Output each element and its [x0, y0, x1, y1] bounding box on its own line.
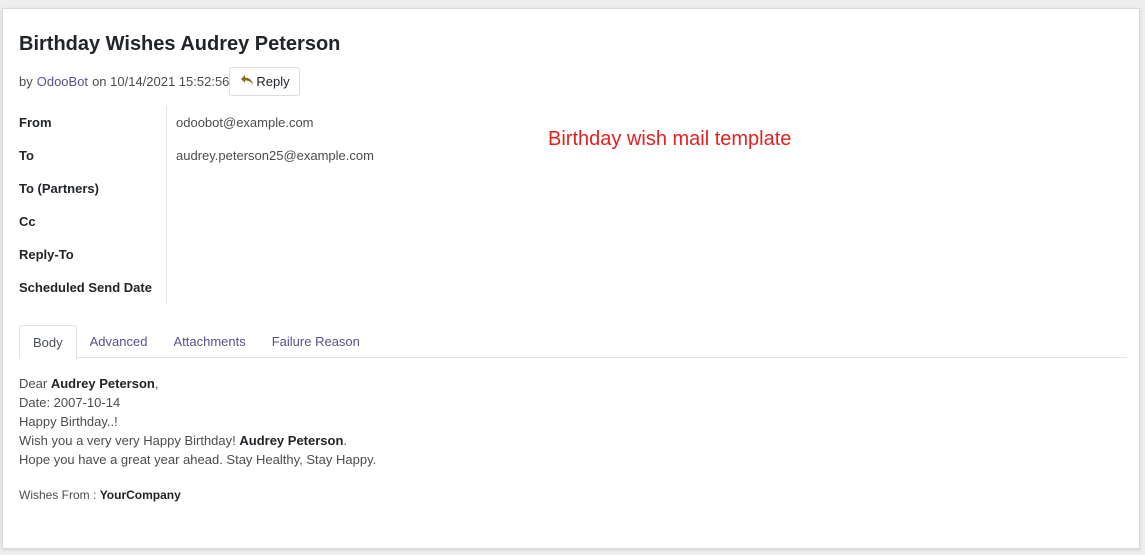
reply-icon [240, 74, 256, 89]
greeting-suffix: , [154, 376, 159, 391]
mail-body: Dear Audrey Peterson, Date: 2007-10-14 H… [19, 374, 376, 505]
birthday-line: Happy Birthday..! [19, 414, 118, 429]
message-date: on 10/14/2021 15:52:56 [92, 74, 230, 89]
tab-advanced[interactable]: Advanced [77, 325, 161, 358]
date-line: Date: 2007-10-14 [19, 395, 121, 410]
field-from: From odoobot@example.com [19, 106, 374, 139]
wishes-from-line: Wishes From : YourCompany [19, 486, 376, 505]
tab-bar: Body Advanced Attachments Failure Reason [19, 325, 1127, 359]
field-value: audrey.peterson25@example.com [176, 148, 374, 163]
tab-failure-reason[interactable]: Failure Reason [259, 325, 373, 358]
message-byline: by OdooBot on 10/14/2021 15:52:56 Reply [19, 67, 300, 96]
wish-suffix: . [343, 433, 348, 448]
hope-line: Hope you have a great year ahead. Stay H… [19, 452, 377, 467]
field-cc: Cc [19, 205, 374, 238]
field-scheduled-send-date: Scheduled Send Date [19, 271, 374, 304]
author-link[interactable]: OdooBot [37, 74, 88, 89]
message-sheet: Birthday Wishes Audrey Peterson by OdooB… [2, 8, 1140, 549]
company-name: YourCompany [99, 488, 181, 502]
tab-body[interactable]: Body [19, 325, 77, 359]
field-label: Cc [19, 205, 167, 238]
field-label: Scheduled Send Date [19, 271, 167, 304]
wishes-prefix: Wishes From : [19, 488, 97, 502]
field-to: To audrey.peterson25@example.com [19, 139, 374, 172]
message-title: Birthday Wishes Audrey Peterson [19, 33, 341, 55]
wish-prefix: Wish you a very very Happy Birthday! [19, 433, 236, 448]
wish-name: Audrey Peterson [239, 433, 344, 448]
field-to-partners: To (Partners) [19, 172, 374, 205]
header-fields: From odoobot@example.com To audrey.peter… [19, 106, 374, 304]
field-label: To (Partners) [19, 172, 167, 205]
field-reply-to: Reply-To [19, 238, 374, 271]
annotation-text: Birthday wish mail template [548, 128, 792, 150]
greeting-line: Dear Audrey Peterson, [19, 374, 376, 393]
wish-line: Wish you a very very Happy Birthday! Aud… [19, 431, 376, 450]
field-label: From [19, 106, 167, 139]
reply-button-label: Reply [256, 74, 290, 89]
field-value: odoobot@example.com [176, 115, 314, 130]
field-label: To [19, 139, 167, 172]
recipient-name: Audrey Peterson [50, 376, 155, 391]
greeting-prefix: Dear [19, 376, 48, 391]
reply-button[interactable]: Reply [229, 67, 300, 96]
tab-attachments[interactable]: Attachments [160, 325, 258, 358]
by-prefix: by [19, 74, 33, 89]
field-label: Reply-To [19, 238, 167, 271]
